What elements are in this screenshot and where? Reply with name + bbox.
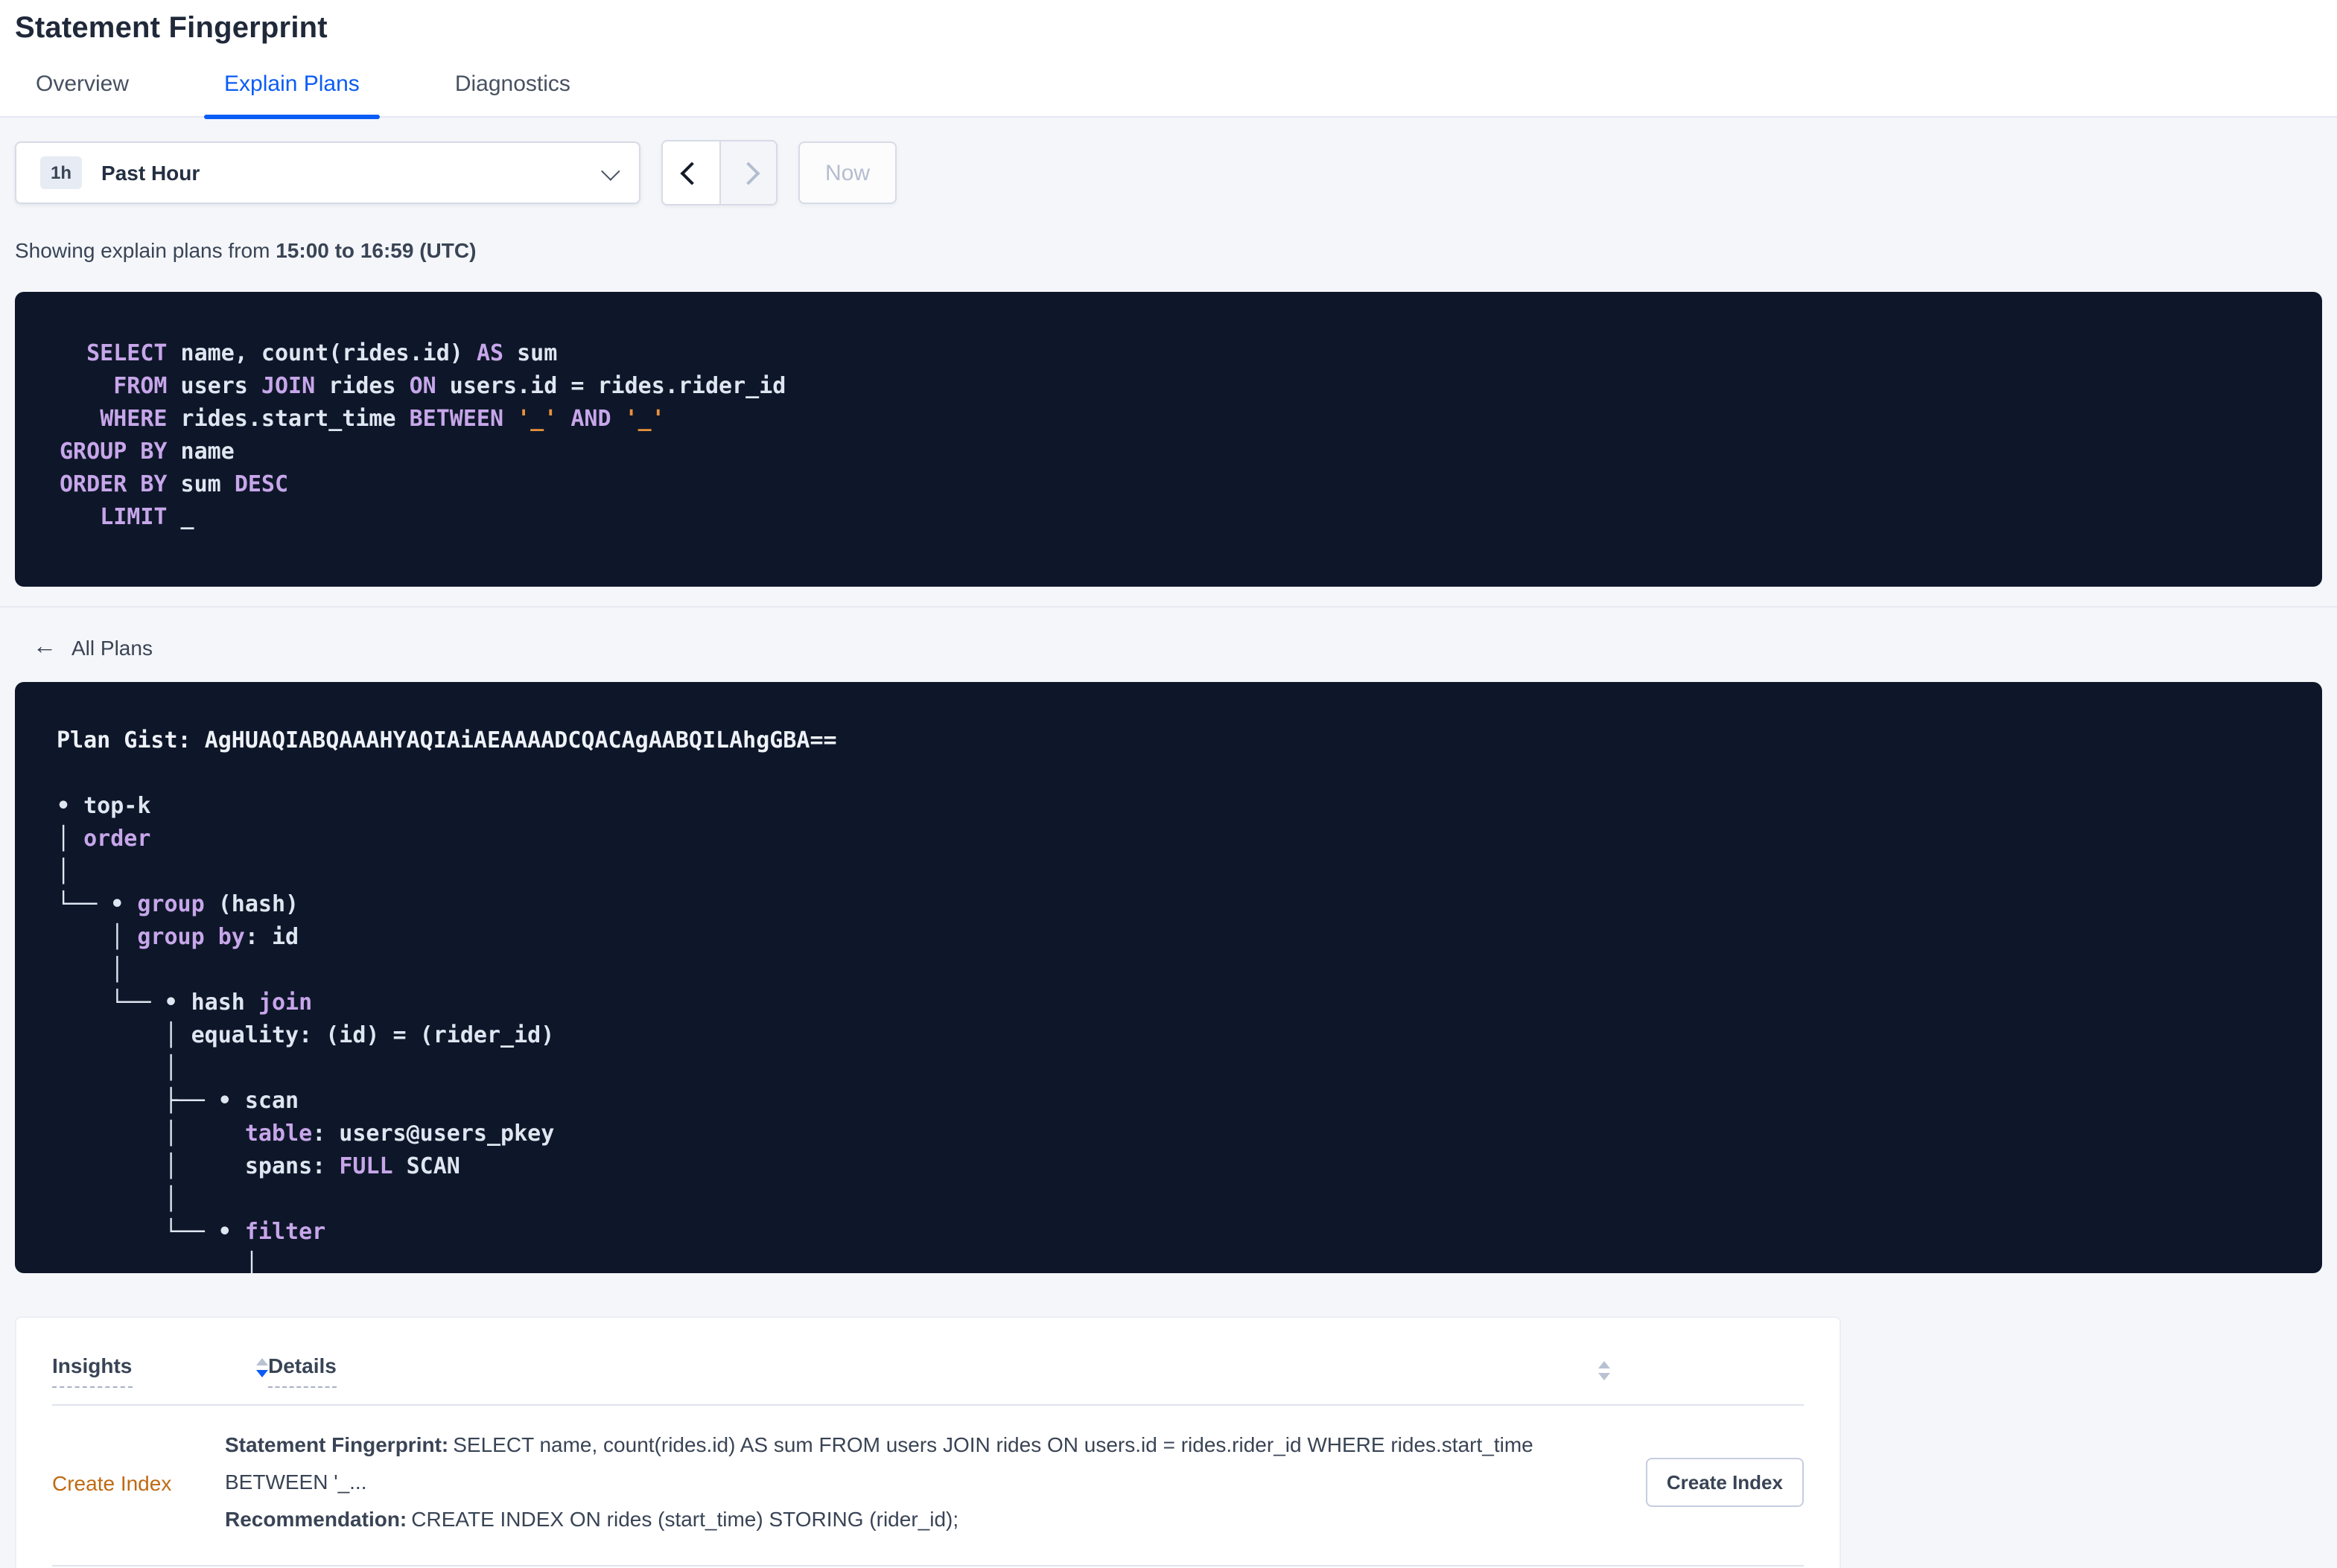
details-column-label: Details [268, 1354, 337, 1388]
chevron-right-icon [737, 161, 760, 185]
next-interval-button[interactable] [719, 141, 776, 204]
insights-column-label: Insights [52, 1354, 133, 1388]
sort-insights-icon[interactable] [256, 1358, 268, 1377]
create-index-button[interactable]: Create Index [1645, 1458, 1804, 1507]
sql-statement-panel: SELECT name, count(rides.id) AS sum FROM… [15, 292, 2322, 587]
chevron-left-icon [679, 161, 703, 185]
insights-table-header: Insights Details [52, 1318, 1804, 1406]
details-column-header[interactable]: Details [268, 1354, 337, 1388]
plan-gist-label: Plan Gist: [57, 727, 205, 753]
now-button[interactable]: Now [798, 141, 897, 204]
insight-details-cell: Statement Fingerprint: SELECT name, count… [225, 1427, 1610, 1538]
plan-tree: • top-k │ order │ └── • group (hash) │ grou… [57, 792, 555, 1273]
insight-recommendation-line: Recommendation: CREATE INDEX ON rides (st… [225, 1501, 1610, 1538]
showing-range-bold: 15:00 to 16:59 (UTC) [276, 238, 477, 262]
insight-statement-line: Statement Fingerprint: SELECT name, count… [225, 1427, 1610, 1501]
time-range-badge: 1h [40, 156, 83, 189]
tab-overview[interactable]: Overview [15, 71, 150, 116]
all-plans-label: All Plans [71, 636, 153, 660]
time-step-group [661, 140, 778, 205]
time-controls: 1h Past Hour Now [15, 140, 2322, 205]
tab-diagnostics[interactable]: Diagnostics [434, 71, 591, 116]
insight-table-row: Create Index Statement Fingerprint: SELEC… [52, 1406, 1804, 1567]
section-divider [0, 606, 2337, 608]
all-plans-back-link[interactable]: ← All Plans [33, 634, 153, 660]
plan-gist-panel: Plan Gist: AgHUAQIABQAAAHYAQIAiAEAAAADCQ… [15, 682, 2322, 1273]
explain-plans-page: Statement Fingerprint Overview Explain P… [0, 0, 2337, 1568]
plan-gist-line: Plan Gist: AgHUAQIABQAAAHYAQIAiAEAAAADCQ… [57, 724, 2322, 756]
tab-bar: Overview Explain Plans Diagnostics [0, 71, 2337, 119]
insight-type-link[interactable]: Create Index [52, 1470, 225, 1494]
statement-fingerprint-label: Statement Fingerprint: [225, 1432, 449, 1456]
tab-explain-plans[interactable]: Explain Plans [203, 71, 381, 119]
insights-column-header[interactable]: Insights [52, 1354, 225, 1388]
page-header: Statement Fingerprint Overview Explain P… [0, 0, 2337, 119]
sql-statement: SELECT name, count(rides.id) AS sum FROM… [60, 340, 786, 530]
showing-range-text: Showing explain plans from 15:00 to 16:5… [15, 238, 2322, 262]
recommendation-label: Recommendation: [225, 1507, 407, 1531]
insights-card: Insights Details Create Index Statement … [15, 1316, 1841, 1568]
page-content: 1h Past Hour Now Showing explain plans f… [0, 140, 2337, 1568]
showing-prefix: Showing explain plans from [15, 238, 276, 262]
prev-interval-button[interactable] [663, 141, 719, 204]
sort-details-icon[interactable] [1598, 1361, 1610, 1380]
page-title: Statement Fingerprint [15, 12, 328, 45]
back-arrow-icon: ← [33, 634, 57, 660]
plan-gist-value: AgHUAQIABQAAAHYAQIAiAEAAAADCQACAgAABQILA… [204, 727, 837, 753]
time-range-label: Past Hour [101, 161, 200, 185]
recommendation-text: CREATE INDEX ON rides (start_time) STORI… [411, 1507, 959, 1531]
chevron-down-icon [601, 161, 620, 180]
time-range-select[interactable]: 1h Past Hour [15, 141, 640, 204]
plan-gist-tree: Plan Gist: AgHUAQIABQAAAHYAQIAiAEAAAADCQ… [57, 724, 2322, 1273]
